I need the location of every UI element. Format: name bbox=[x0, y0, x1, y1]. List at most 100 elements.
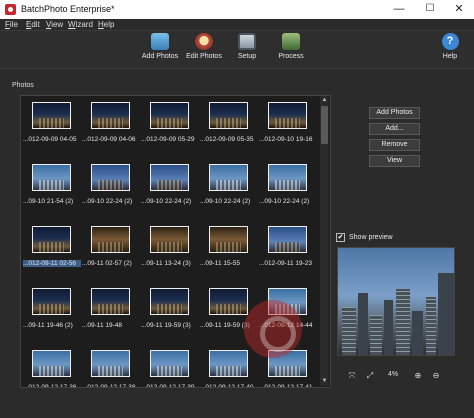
window-title: BatchPhoto Enterprise* bbox=[21, 4, 115, 14]
thumbnail-image[interactable] bbox=[32, 102, 71, 129]
photo-thumbnail[interactable]: ...012-09-09 04-06 bbox=[82, 99, 140, 149]
thumbnail-image[interactable] bbox=[268, 164, 307, 191]
thumbnail-label: ...012-09-10 19-16 bbox=[259, 136, 313, 143]
thumbnail-image[interactable] bbox=[150, 350, 189, 377]
add-photos-tool-button[interactable]: Add Photos bbox=[141, 33, 179, 67]
process-tool-button[interactable]: Process bbox=[275, 33, 307, 67]
photo-thumbnail[interactable]: ...012-09-09 05-29 bbox=[141, 99, 199, 149]
menu-wizard[interactable]: Wizard bbox=[68, 20, 93, 29]
thumbnail-image[interactable] bbox=[91, 164, 130, 191]
photo-thumbnail[interactable]: ...09-11 02-57 (2) bbox=[82, 223, 140, 273]
minimize-button[interactable]: — bbox=[384, 0, 414, 19]
thumbnail-image[interactable] bbox=[209, 288, 248, 315]
thumbnail-image[interactable] bbox=[32, 164, 71, 191]
thumbnail-image[interactable] bbox=[91, 226, 130, 253]
photo-thumbnail[interactable]: ...012-09-09 04-05 bbox=[23, 99, 81, 149]
photo-thumbnail[interactable]: ...09-11 19-59 (3) bbox=[141, 285, 199, 335]
setup-icon bbox=[238, 33, 256, 50]
show-preview-label: Show preview bbox=[349, 234, 393, 241]
photo-thumbnail[interactable]: ...09-10 22-24 (2) bbox=[259, 161, 317, 211]
thumbnail-image[interactable] bbox=[150, 288, 189, 315]
photo-thumbnail[interactable]: ...09-11 15-55 bbox=[200, 223, 258, 273]
thumbnail-label: ...012-09-12 17-40 bbox=[200, 384, 254, 388]
help-tool-label: Help bbox=[442, 53, 458, 60]
scroll-thumb[interactable] bbox=[321, 106, 328, 144]
photo-thumbnail[interactable]: ...09-10 22-24 (2) bbox=[141, 161, 199, 211]
thumbnail-image[interactable] bbox=[32, 226, 71, 253]
photo-grid-scrollbar[interactable]: ▲ ▼ bbox=[320, 96, 329, 386]
photo-thumbnail[interactable]: ...012-09-12 17-36 bbox=[23, 347, 81, 387]
add-photos-icon bbox=[151, 33, 169, 50]
add-photos-button[interactable]: Add Photos bbox=[369, 107, 420, 119]
thumbnail-label: ...012-09-11 19-23 bbox=[259, 260, 312, 267]
thumbnail-label: ...09-11 19-48 bbox=[82, 322, 122, 329]
photo-thumbnail[interactable]: ...09-11 19-48 bbox=[82, 285, 140, 335]
zoom-level: 4% bbox=[388, 371, 399, 378]
thumbnail-image[interactable] bbox=[91, 350, 130, 377]
thumbnail-image[interactable] bbox=[150, 226, 189, 253]
zoom-out-icon[interactable]: ⊖ bbox=[430, 371, 442, 380]
photo-thumbnail[interactable]: ...012-09-11 02-56 bbox=[23, 223, 81, 273]
setup-tool-label: Setup bbox=[237, 53, 257, 60]
thumbnail-label: ...012-09-09 04-06 bbox=[82, 136, 136, 143]
thumbnail-image[interactable] bbox=[32, 288, 71, 315]
thumbnail-label: ...09-10 22-24 (2) bbox=[141, 198, 192, 205]
photo-thumbnail[interactable]: ...09-11 13-24 (3) bbox=[141, 223, 199, 273]
photo-thumbnail[interactable]: ...012-09-09 05-35 bbox=[200, 99, 258, 149]
photo-thumbnail[interactable]: ...012-09-12 17-38 bbox=[82, 347, 140, 388]
thumbnail-image[interactable] bbox=[209, 350, 248, 377]
thumbnail-image[interactable] bbox=[32, 350, 71, 377]
photo-thumbnail[interactable]: ...012-09-12 17-40 bbox=[200, 347, 258, 388]
title-bar: BatchPhoto Enterprise* — ☐ ✕ bbox=[0, 0, 474, 19]
menu-view[interactable]: View bbox=[46, 20, 63, 29]
photo-thumbnail[interactable]: ...09-11 19-46 (2) bbox=[23, 285, 81, 335]
thumbnail-label: ...012-09-12 17-38 bbox=[82, 384, 136, 388]
process-tool-label: Process bbox=[278, 53, 304, 60]
fit-icon[interactable]: ⤧ bbox=[346, 371, 358, 381]
actual-size-icon[interactable]: ⤢ bbox=[364, 371, 376, 381]
photo-thumbnail[interactable]: ...09-10 22-24 (2) bbox=[82, 161, 140, 211]
scroll-up-icon[interactable]: ▲ bbox=[320, 96, 329, 105]
menu-edit[interactable]: Edit bbox=[26, 20, 40, 29]
thumbnail-image[interactable] bbox=[268, 102, 307, 129]
thumbnail-label: ...09-11 19-46 (2) bbox=[23, 322, 73, 329]
edit-photos-tool-button[interactable]: Edit Photos bbox=[185, 33, 223, 67]
preview-image bbox=[337, 247, 455, 356]
thumbnail-image[interactable] bbox=[268, 226, 307, 253]
thumbnail-label: ...09-11 02-57 (2) bbox=[82, 260, 132, 267]
photo-thumbnail[interactable]: ...012-09-11 19-23 bbox=[259, 223, 317, 273]
edit-photos-tool-label: Edit Photos bbox=[186, 53, 222, 60]
thumbnail-label: ...09-10 21-54 (2) bbox=[23, 198, 74, 205]
photo-thumbnail[interactable]: ...09-10 22-24 (2) bbox=[200, 161, 258, 211]
add-button[interactable]: Add... bbox=[369, 123, 420, 135]
photo-thumbnail[interactable]: ...012-09-10 19-16 bbox=[259, 99, 317, 149]
app-logo-icon bbox=[5, 4, 16, 15]
thumbnail-image[interactable] bbox=[209, 102, 248, 129]
close-button[interactable]: ✕ bbox=[444, 0, 474, 19]
photo-thumbnail[interactable]: ...012-09-12 17-39 bbox=[141, 347, 199, 388]
show-preview-checkbox[interactable]: ✔ bbox=[336, 233, 345, 242]
setup-tool-button[interactable]: Setup bbox=[233, 33, 261, 67]
view-button[interactable]: View bbox=[369, 155, 420, 167]
thumbnail-image[interactable] bbox=[150, 164, 189, 191]
remove-button[interactable]: Remove bbox=[369, 139, 420, 151]
maximize-button[interactable]: ☐ bbox=[415, 0, 445, 19]
zoom-in-icon[interactable]: ⊕ bbox=[412, 371, 424, 380]
photo-thumbnail[interactable]: ...09-10 21-54 (2) bbox=[23, 161, 81, 211]
thumbnail-label: ...09-10 22-24 (2) bbox=[82, 198, 133, 205]
toolbar: Add Photos Edit Photos Setup Process ? H… bbox=[0, 31, 474, 69]
scroll-down-icon[interactable]: ▼ bbox=[320, 377, 329, 386]
thumbnail-label: ...012-09-12 17-39 bbox=[141, 384, 195, 388]
thumbnail-image[interactable] bbox=[209, 226, 248, 253]
thumbnail-image[interactable] bbox=[91, 288, 130, 315]
help-tool-button[interactable]: ? Help bbox=[439, 33, 461, 67]
menu-file[interactable]: File bbox=[5, 20, 18, 29]
thumbnail-label: ...012-09-11 02-56 bbox=[23, 260, 81, 267]
thumbnail-label: ...012-09-09 04-05 bbox=[23, 136, 77, 143]
add-photos-tool-label: Add Photos bbox=[141, 53, 179, 60]
menu-help[interactable]: Help bbox=[98, 20, 114, 29]
photos-section-label: Photos bbox=[12, 82, 34, 89]
thumbnail-image[interactable] bbox=[209, 164, 248, 191]
thumbnail-image[interactable] bbox=[150, 102, 189, 129]
thumbnail-image[interactable] bbox=[91, 102, 130, 129]
